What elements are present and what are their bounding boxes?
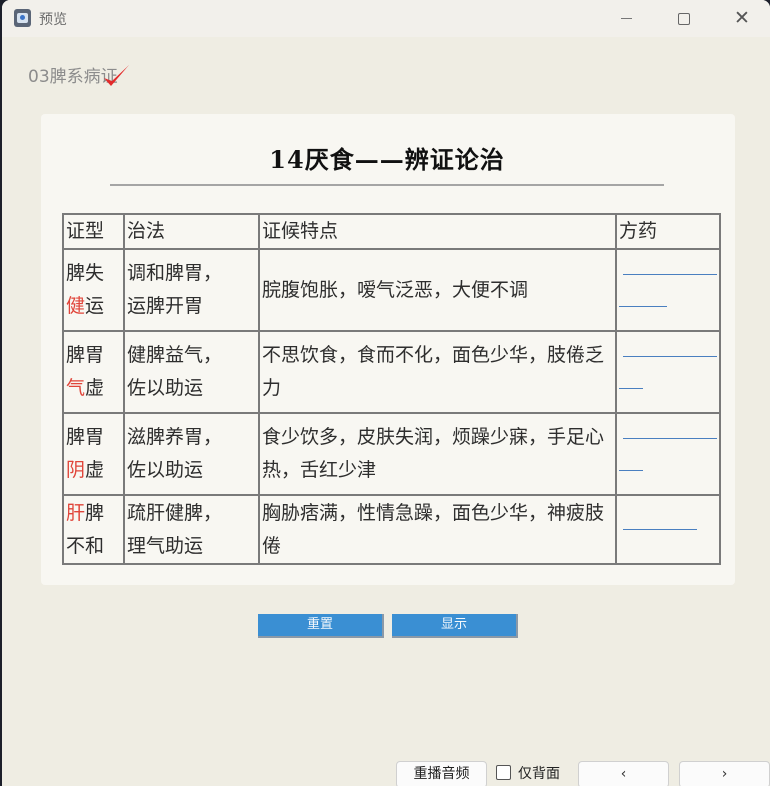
maximize-button[interactable] bbox=[655, 0, 713, 37]
previous-button[interactable]: ‹ bbox=[578, 761, 669, 786]
treatment-cell: 调和脾胃， 运脾开胃 bbox=[123, 248, 260, 332]
close-button[interactable]: ✕ bbox=[713, 0, 770, 37]
table-row: 肝脾 不和 疏肝健脾， 理气助运 胸胁痞满，性情急躁，面色少华，神疲肢倦 bbox=[62, 494, 721, 565]
cloze-blank bbox=[623, 437, 717, 439]
cloze-blank bbox=[623, 529, 697, 530]
app-icon bbox=[14, 9, 31, 27]
show-button[interactable]: 显示 bbox=[392, 614, 518, 638]
preview-window: 预览 ✕ 03脾系病证 14厌食——辨证论治 证型 治法 证候特点 方药 脾失 bbox=[2, 0, 770, 786]
minimize-button[interactable] bbox=[597, 0, 655, 37]
prescription-cell[interactable] bbox=[615, 412, 721, 496]
minimize-icon bbox=[620, 18, 632, 19]
replay-audio-button[interactable]: 重播音频 bbox=[396, 761, 487, 786]
header-treatment: 治法 bbox=[123, 213, 260, 250]
cloze-blank bbox=[619, 469, 643, 471]
header-prescription: 方药 bbox=[615, 213, 721, 250]
syndrome-cell: 脾胃 阴虚 bbox=[62, 412, 125, 496]
cloze-blank bbox=[619, 387, 643, 389]
card-title: 14厌食——辨证论治 bbox=[269, 145, 505, 174]
prescription-cell[interactable] bbox=[615, 248, 721, 332]
title-bar[interactable]: 预览 ✕ bbox=[2, 0, 770, 37]
table-row: 脾胃 阴虚 滋脾养胃， 佐以助运 食少饮多，皮肤失润，烦躁少寐，手足心热，舌红少… bbox=[62, 412, 721, 496]
next-button[interactable]: › bbox=[679, 761, 770, 786]
table-row: 脾失 健运 调和脾胃， 运脾开胃 脘腹饱胀，嗳气泛恶，大便不调 bbox=[62, 248, 721, 332]
window-title: 预览 bbox=[39, 12, 67, 28]
syndrome-table: 证型 治法 证候特点 方药 脾失 健运 调和脾胃， 运脾开胃 脘腹饱胀，嗳气泛恶… bbox=[62, 213, 721, 565]
symptoms-cell: 不思饮食，食而不化，面色少华，肢倦乏力 bbox=[258, 330, 617, 414]
checkmark-icon bbox=[104, 65, 129, 86]
cloze-blank bbox=[623, 273, 717, 275]
syndrome-cell: 肝脾 不和 bbox=[62, 494, 125, 565]
chevron-left-icon: ‹ bbox=[620, 766, 627, 782]
chevron-right-icon: › bbox=[721, 766, 728, 782]
reset-button[interactable]: 重置 bbox=[258, 614, 384, 638]
syndrome-cell: 脾失 健运 bbox=[62, 248, 125, 332]
cloze-blank bbox=[619, 305, 667, 307]
prescription-cell[interactable] bbox=[615, 494, 721, 565]
close-icon: ✕ bbox=[734, 7, 750, 29]
syndrome-cell: 脾胃 气虚 bbox=[62, 330, 125, 414]
back-only-label: 仅背面 bbox=[518, 766, 560, 782]
symptoms-cell: 胸胁痞满，性情急躁，面色少华，神疲肢倦 bbox=[258, 494, 617, 565]
back-only-checkbox[interactable] bbox=[496, 765, 511, 780]
bottom-toolbar: 重播音频 仅背面 ‹ › bbox=[2, 752, 770, 786]
symptoms-cell: 食少饮多，皮肤失润，烦躁少寐，手足心热，舌红少津 bbox=[258, 412, 617, 496]
treatment-cell: 疏肝健脾， 理气助运 bbox=[123, 494, 260, 565]
table-header-row: 证型 治法 证候特点 方药 bbox=[62, 213, 721, 250]
treatment-cell: 健脾益气， 佐以助运 bbox=[123, 330, 260, 414]
table-row: 脾胃 气虚 健脾益气， 佐以助运 不思饮食，食而不化，面色少华，肢倦乏力 bbox=[62, 330, 721, 414]
header-symptoms: 证候特点 bbox=[258, 213, 617, 250]
flashcard: 14厌食——辨证论治 证型 治法 证候特点 方药 脾失 健运 调和脾胃， 运脾开… bbox=[41, 114, 735, 585]
treatment-cell: 滋脾养胃， 佐以助运 bbox=[123, 412, 260, 496]
symptoms-cell: 脘腹饱胀，嗳气泛恶，大便不调 bbox=[258, 248, 617, 332]
header-syndrome: 证型 bbox=[62, 213, 125, 250]
maximize-icon bbox=[678, 12, 690, 25]
prescription-cell[interactable] bbox=[615, 330, 721, 414]
title-divider bbox=[110, 184, 664, 186]
cloze-blank bbox=[623, 355, 717, 357]
